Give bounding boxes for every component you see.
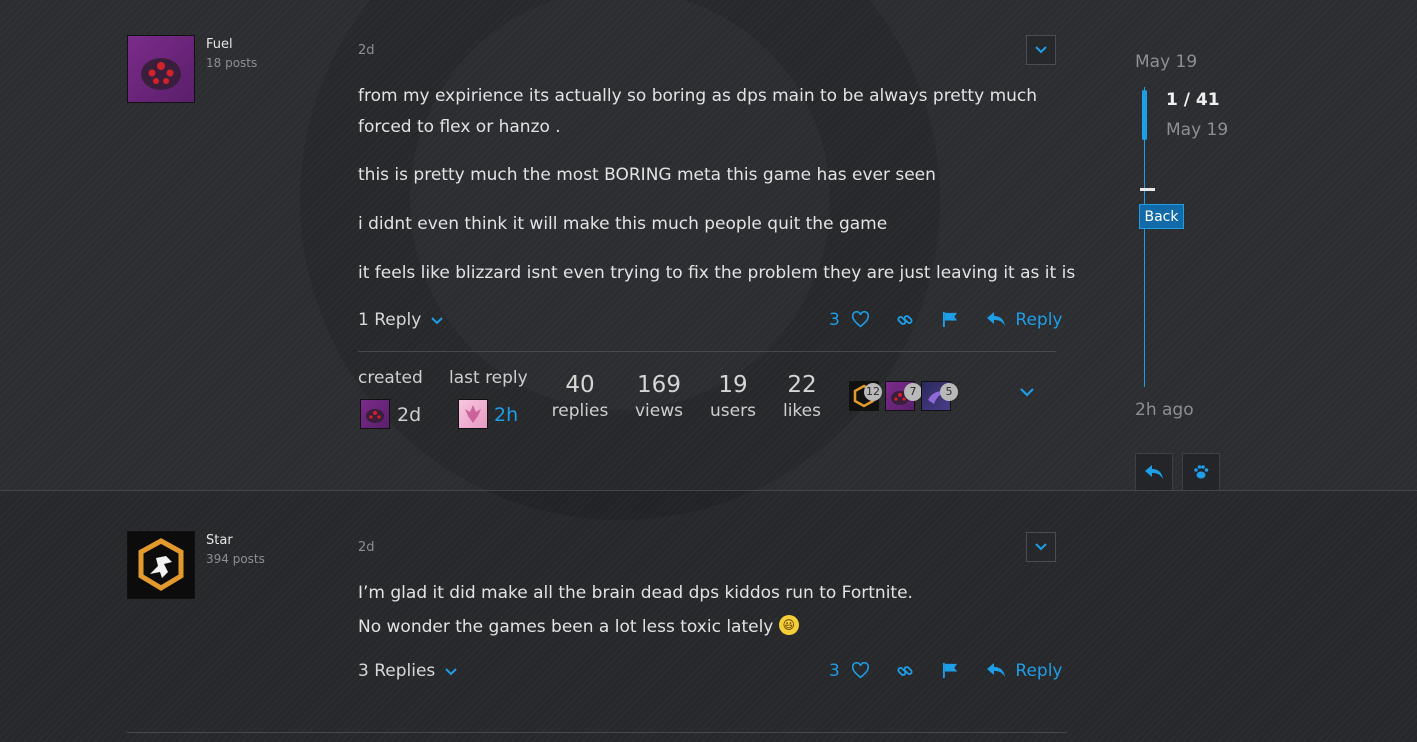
- timeline-position-date: May 19: [1166, 120, 1229, 140]
- smiley-emoji-icon: 😃: [778, 615, 799, 635]
- reply-label: Reply: [1015, 310, 1063, 330]
- replies-count-label: 3 Replies: [358, 661, 436, 681]
- timeline-reply-button[interactable]: [1135, 453, 1173, 491]
- show-replies-button[interactable]: 1 Reply: [358, 310, 443, 330]
- timeline-handle[interactable]: [1142, 90, 1147, 140]
- last-read-marker: [1140, 188, 1155, 191]
- post-paragraph: from my expirience its actually so borin…: [358, 86, 1038, 106]
- post-paragraph: it feels like blizzard isnt even trying …: [358, 263, 1076, 283]
- timeline-paw-button[interactable]: [1182, 453, 1220, 491]
- post-menu-button[interactable]: [1026, 532, 1056, 562]
- reply-icon: [1145, 465, 1163, 479]
- last-reply-avatar[interactable]: [458, 399, 488, 429]
- divider: [358, 351, 1056, 352]
- paw-icon: [1194, 465, 1209, 479]
- stat-likes-number: 22: [787, 372, 817, 398]
- participant-post-count: 12: [864, 383, 882, 401]
- username[interactable]: Fuel: [206, 37, 233, 52]
- avatar[interactable]: [127, 35, 195, 103]
- post-line-with-emoji: No wonder the games been a lot less toxi…: [358, 615, 799, 637]
- post-line: I’m glad it did make all the brain dead …: [358, 583, 913, 603]
- expand-topic-map-icon[interactable]: [1020, 388, 1034, 397]
- timeline-end-date[interactable]: 2h ago: [1135, 400, 1194, 420]
- flag-icon[interactable]: [942, 311, 959, 328]
- chevron-down-icon: [431, 317, 443, 325]
- post-paragraph: this is pretty much the most BORING meta…: [358, 165, 936, 185]
- heart-icon[interactable]: [851, 311, 870, 328]
- like-count[interactable]: 3: [829, 310, 840, 330]
- participant-post-count: 7: [904, 383, 922, 401]
- replies-count-label: 1 Reply: [358, 310, 422, 330]
- chevron-down-icon: [1035, 46, 1047, 54]
- created-when[interactable]: 2d: [397, 404, 421, 426]
- created-label: created: [358, 368, 423, 388]
- link-icon[interactable]: [896, 311, 914, 329]
- show-replies-button[interactable]: 3 Replies: [358, 661, 457, 681]
- post-fuel: Fuel 18 posts 2d from my expirience its …: [0, 0, 1417, 490]
- reply-label: Reply: [1015, 661, 1063, 681]
- last-reply-label: last reply: [449, 368, 528, 388]
- post-date[interactable]: 2d: [358, 540, 375, 555]
- post-count: 394 posts: [206, 552, 265, 566]
- flag-icon[interactable]: [942, 662, 959, 679]
- post-count: 18 posts: [206, 56, 258, 70]
- post-paragraph: forced to flex or hanzo .: [358, 117, 561, 137]
- reply-button[interactable]: Reply: [986, 310, 1063, 330]
- stat-likes-label: likes: [782, 401, 821, 421]
- timeline-position: 1 / 41: [1166, 90, 1220, 110]
- reply-button[interactable]: Reply: [986, 661, 1063, 681]
- heart-icon[interactable]: [851, 662, 870, 679]
- last-reply-when[interactable]: 2h: [494, 404, 518, 426]
- avatar[interactable]: [127, 531, 195, 599]
- post-bottom-divider: [127, 732, 1067, 733]
- post-menu-button[interactable]: [1026, 35, 1056, 65]
- reply-icon: [987, 663, 1005, 677]
- timeline-back-button[interactable]: Back: [1139, 204, 1184, 229]
- stat-replies-number: 40: [565, 372, 595, 398]
- chevron-down-icon: [1035, 543, 1047, 551]
- username[interactable]: Star: [206, 533, 233, 548]
- chevron-down-icon: [444, 668, 457, 676]
- post-paragraph: i didnt even think it will make this muc…: [358, 214, 888, 234]
- reply-icon: [987, 312, 1005, 326]
- timeline-start-date[interactable]: May 19: [1135, 52, 1197, 72]
- like-count[interactable]: 3: [829, 661, 840, 681]
- post-date[interactable]: 2d: [358, 43, 375, 58]
- participant-post-count: 5: [940, 383, 958, 401]
- stat-replies-label: replies: [551, 401, 609, 421]
- post-line: No wonder the games been a lot less toxi…: [358, 617, 774, 637]
- creator-avatar[interactable]: [360, 399, 390, 429]
- link-icon[interactable]: [896, 662, 914, 680]
